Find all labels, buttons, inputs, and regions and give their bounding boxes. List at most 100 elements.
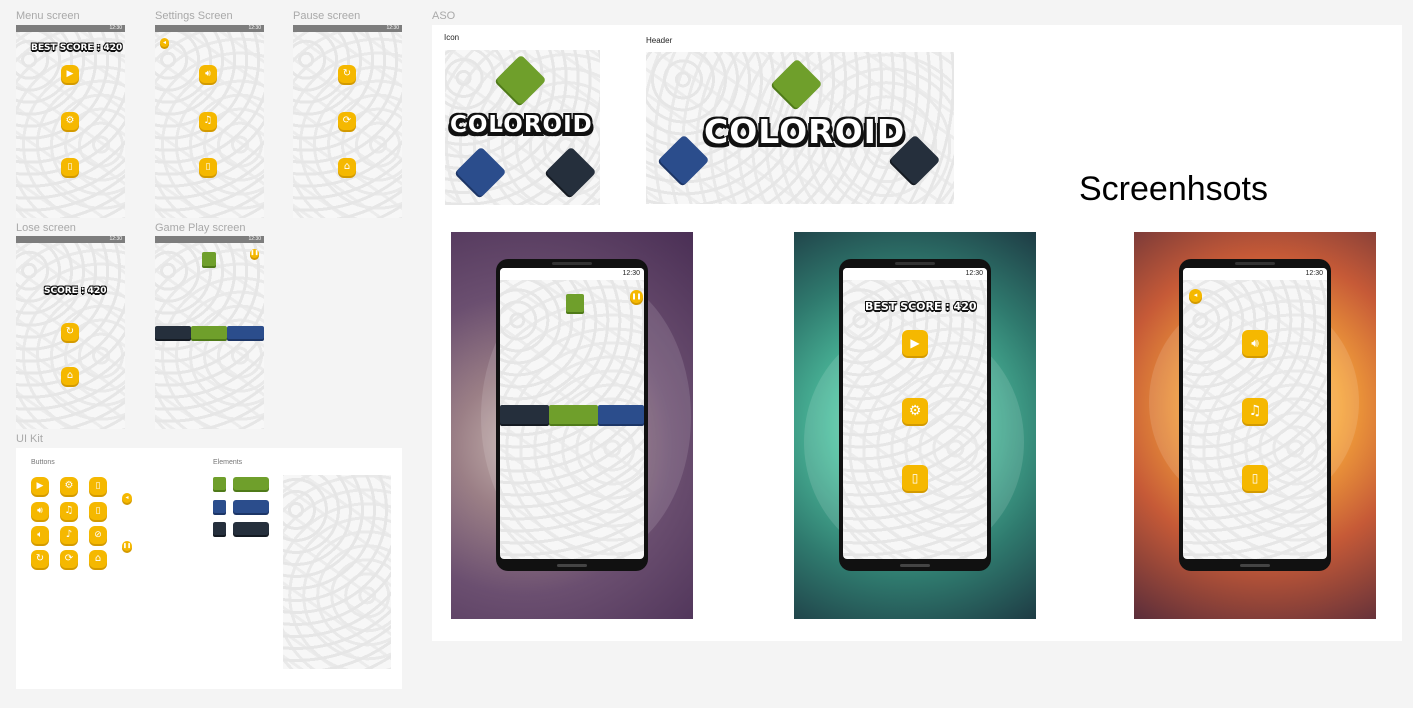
elements-label: Elements [213, 459, 243, 466]
kit-green-platform [233, 477, 269, 490]
platform-green[interactable] [191, 326, 227, 339]
platform-blue[interactable] [227, 326, 264, 339]
replay-button[interactable]: ⟳ [338, 112, 356, 130]
music-note-icon: ♫ [1248, 403, 1262, 419]
kit-sound-button[interactable]: 🔊︎ [31, 502, 49, 520]
kit-vibration-off-button[interactable]: ⊘ [89, 526, 107, 544]
speaker-icon: 🔊︎ [1251, 336, 1259, 350]
status-bar: 12:30 [155, 236, 264, 243]
lose-screen-frame: 12:30 SCORE : 420 ↻ ⌂ [16, 236, 125, 429]
play-icon: ▶ [36, 480, 44, 491]
status-time: 12:30 [109, 25, 122, 31]
kit-vibration-button[interactable]: ▯ [89, 502, 107, 520]
platform-navy[interactable] [155, 326, 191, 339]
vibrate-icon: ▯ [205, 161, 211, 172]
door-icon: ▯ [911, 471, 919, 485]
home-icon: ⌂ [343, 161, 351, 172]
falling-block [202, 252, 216, 266]
falling-block [566, 294, 584, 312]
store-screenshot-gameplay: 12:30 ❚❚ [451, 232, 693, 619]
back-icon: ◂ [1193, 291, 1198, 299]
phone-status-bar: 12:30 [843, 268, 987, 280]
kit-music-button[interactable]: ♫ [60, 502, 78, 520]
platform-blue[interactable] [598, 405, 644, 424]
kit-replay-button[interactable]: ⟳ [60, 550, 78, 568]
kit-green-block [213, 477, 226, 490]
pause-icon: ❚❚ [631, 292, 642, 300]
phone-mockup: 12:30 ❚❚ [496, 259, 648, 571]
back-icon: ◂ [162, 38, 166, 46]
status-time: 12:30 [965, 270, 983, 277]
platform-navy[interactable] [500, 405, 549, 424]
music-button[interactable]: ♫ [199, 112, 217, 130]
kit-blue-block [213, 500, 226, 513]
home-button[interactable]: ⌂ [61, 367, 79, 385]
kit-play-button[interactable]: ▶ [31, 477, 49, 495]
play-icon: ▶ [66, 68, 74, 79]
uikit-frame: Buttons Elements ▶ ⚙ ▯ ◂ 🔊︎ ♫ ▯ 🔈︎ ♪ ⊘ ❚… [16, 448, 402, 689]
kit-home-button[interactable]: ⌂ [89, 550, 107, 568]
exit-button[interactable]: ▯ [902, 465, 928, 491]
phone-screen: 12:30 ❚❚ [500, 268, 644, 559]
status-bar: 12:30 [16, 236, 125, 243]
gear-icon: ⚙ [65, 115, 75, 126]
kit-pause-button[interactable]: ❚❚ [122, 541, 132, 551]
vibrate-icon: ▯ [1251, 471, 1259, 485]
sound-button[interactable]: 🔊︎ [1242, 330, 1268, 356]
phone-screen: 12:30 BEST SCORE : 420 ▶ ⚙ ▯ [843, 268, 987, 559]
status-time: 12:30 [386, 25, 399, 31]
settings-screen-frame: 12:30 ◂ 🔊︎ ♫ ▯ [155, 25, 264, 218]
pause-icon: ❚❚ [122, 542, 132, 549]
header-artwork: COLOROID [646, 52, 954, 204]
back-button[interactable]: ◂ [160, 38, 169, 47]
settings-button[interactable]: ⚙ [61, 112, 79, 130]
play-button[interactable]: ▶ [61, 65, 79, 83]
home-icon: ⌂ [94, 553, 102, 564]
back-button[interactable]: ◂ [1189, 289, 1202, 302]
pause-icon: ❚❚ [250, 250, 259, 256]
status-time: 12:30 [248, 236, 261, 242]
vibration-button[interactable]: ▯ [199, 158, 217, 176]
app-logo-text: COLOROID [450, 112, 593, 138]
kit-sound-off-button[interactable]: 🔈︎ [31, 526, 49, 544]
phone-speaker [895, 262, 935, 265]
play-button[interactable]: ▶ [902, 330, 928, 356]
home-button[interactable]: ⌂ [338, 158, 356, 176]
best-score-text: BEST SCORE : 420 [865, 300, 977, 313]
resume-button[interactable]: ↻ [338, 65, 356, 83]
music-off-icon: ♪ [65, 529, 73, 540]
kit-settings-button[interactable]: ⚙ [60, 477, 78, 495]
screenshots-title: Screenhsots [1079, 170, 1268, 208]
phone-speaker [1235, 262, 1275, 265]
platform-green[interactable] [549, 405, 598, 424]
gear-icon: ⚙ [908, 403, 922, 419]
blue-diamond [455, 146, 507, 198]
music-button[interactable]: ♫ [1242, 398, 1268, 424]
gear-icon: ⚙ [64, 480, 74, 491]
kit-music-off-button[interactable]: ♪ [60, 526, 78, 544]
pause-button[interactable]: ❚❚ [250, 249, 259, 258]
kit-exit-button[interactable]: ▯ [89, 477, 107, 495]
phone-status-bar: 12:30 [500, 268, 644, 280]
frame-label-lose: Lose screen [16, 222, 76, 234]
restart-button[interactable]: ↻ [61, 323, 79, 341]
status-time: 12:30 [109, 236, 122, 242]
header-label: Header [646, 36, 673, 45]
replay-icon: ⟳ [342, 115, 352, 126]
restart-icon: ↻ [342, 68, 352, 79]
gameplay-screen-frame: 12:30 ❚❚ [155, 236, 264, 429]
phone-speaker [552, 262, 592, 265]
exit-button[interactable]: ▯ [61, 158, 79, 176]
sound-button[interactable]: 🔊︎ [199, 65, 217, 83]
pause-button[interactable]: ❚❚ [630, 290, 643, 303]
settings-button[interactable]: ⚙ [902, 398, 928, 424]
kit-restart-button[interactable]: ↻ [31, 550, 49, 568]
status-time: 12:30 [1305, 270, 1323, 277]
phone-screen: 12:30 ◂ 🔊︎ ♫ ▯ [1183, 268, 1327, 559]
vibration-button[interactable]: ▯ [1242, 465, 1268, 491]
kit-back-button[interactable]: ◂ [122, 493, 132, 503]
door-icon: ▯ [95, 480, 101, 491]
home-icon: ⌂ [66, 370, 74, 381]
app-icon-artwork: COLOROID [445, 50, 600, 205]
phone-chin [557, 564, 587, 567]
